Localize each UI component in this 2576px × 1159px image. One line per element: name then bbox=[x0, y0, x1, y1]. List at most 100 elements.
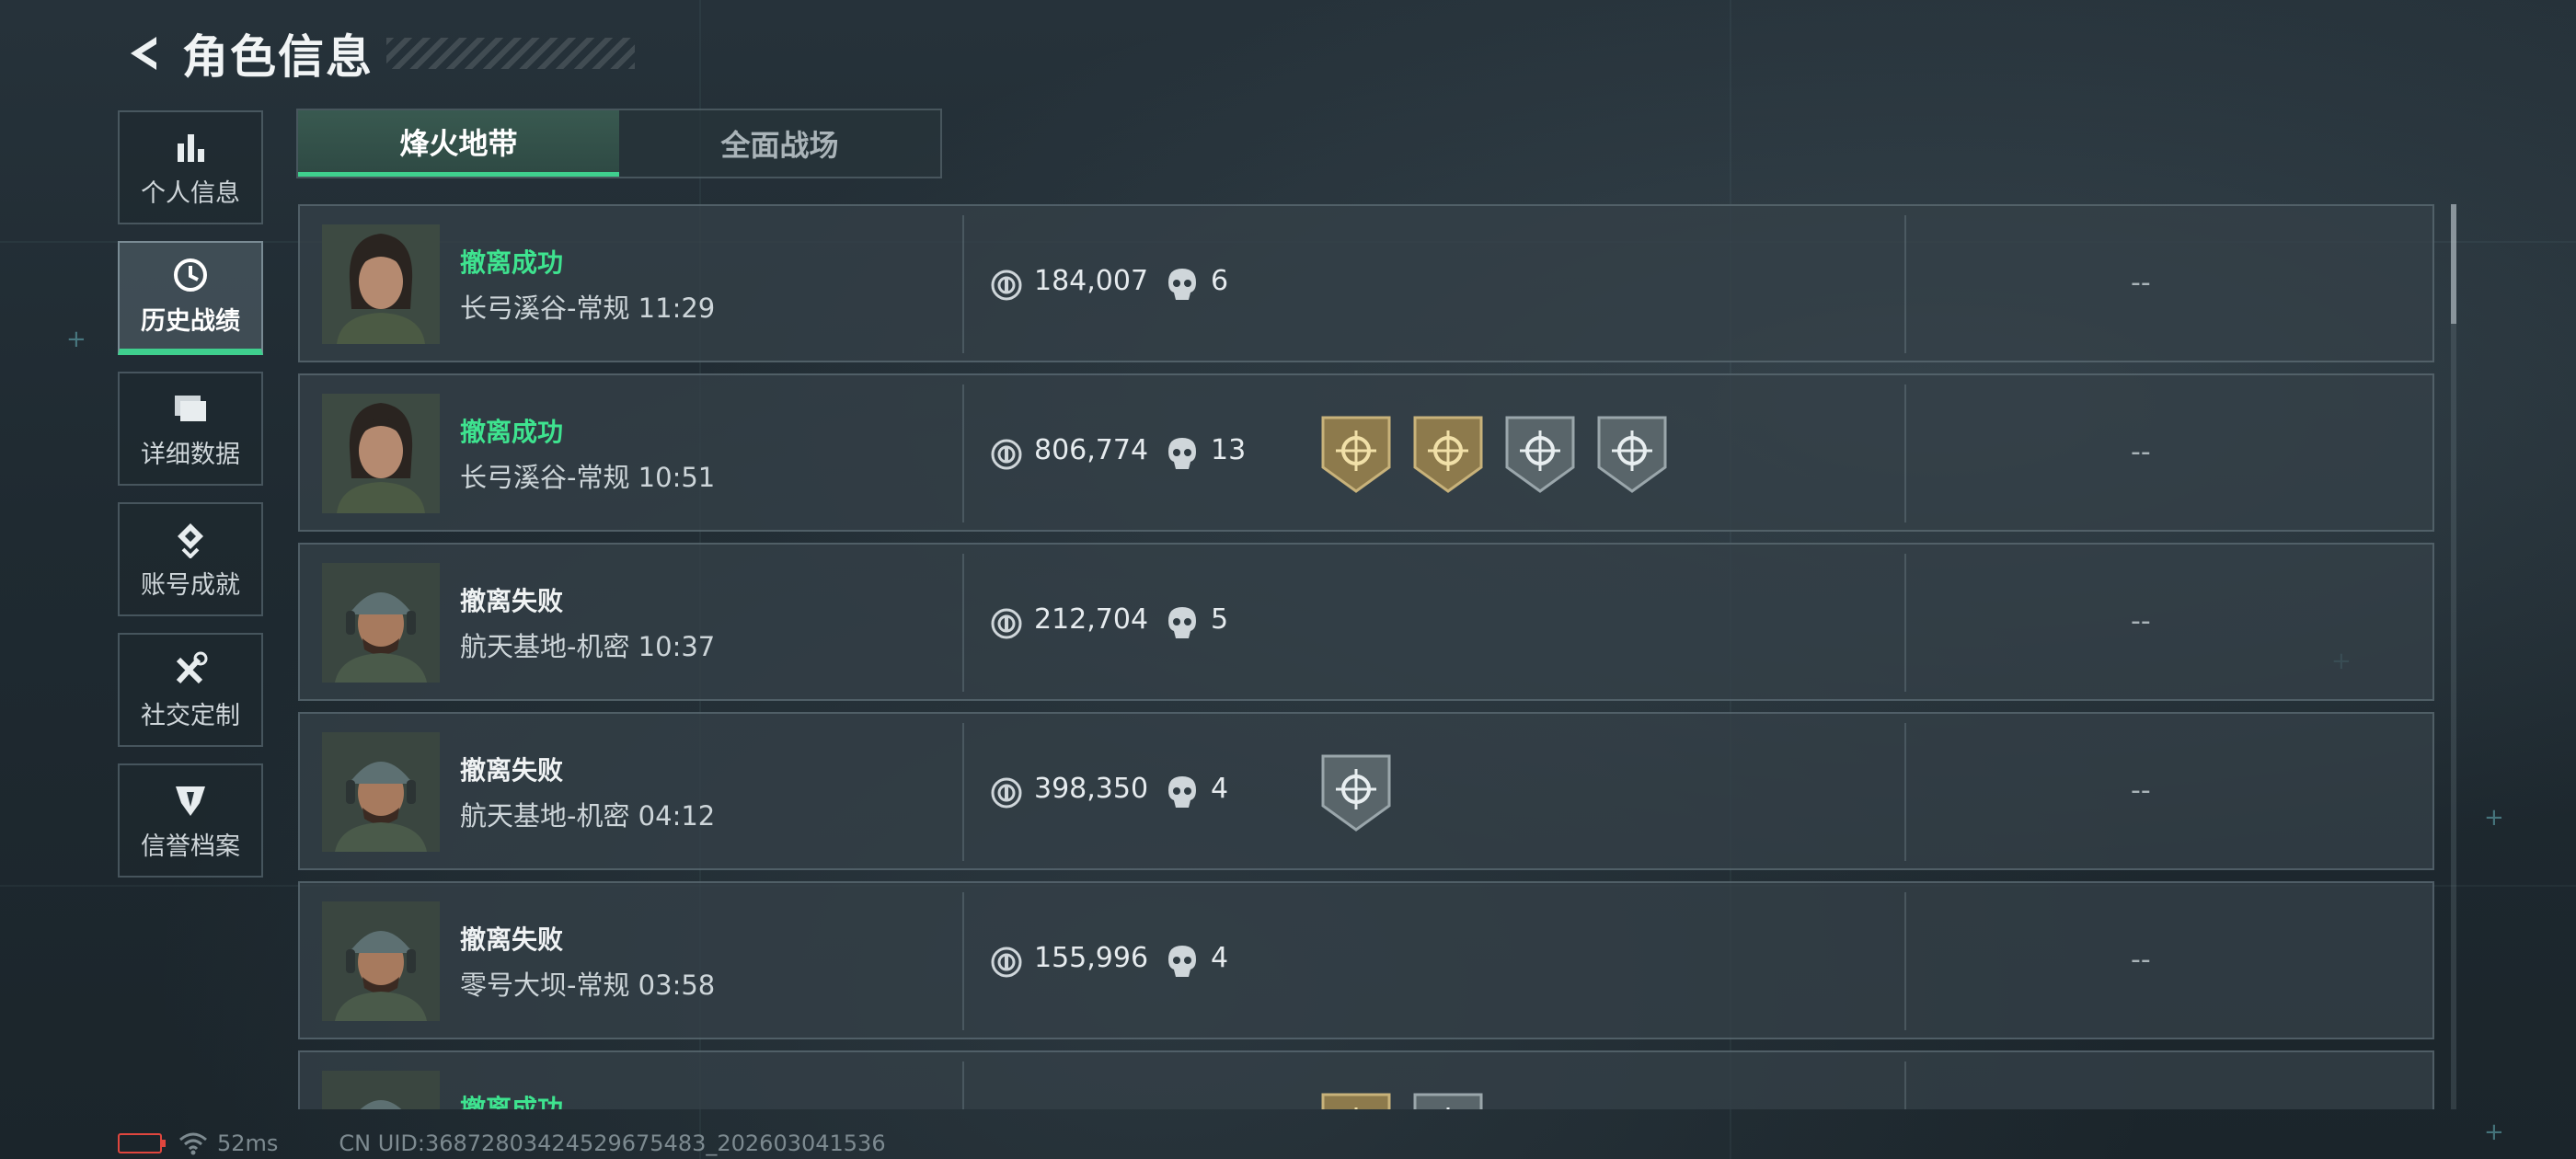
operator-avatar bbox=[322, 563, 440, 683]
burst-badge-icon[interactable] bbox=[1503, 414, 1577, 495]
column-divider bbox=[1904, 1061, 1906, 1109]
scrollbar[interactable] bbox=[2451, 204, 2456, 1109]
battery-icon bbox=[118, 1133, 166, 1153]
operator-avatar bbox=[322, 1071, 440, 1109]
extra-value: -- bbox=[2131, 775, 2151, 807]
kill-count: 6 bbox=[1211, 265, 1229, 297]
match-row[interactable]: 撤离失败零号大坝-常规 03:58 155,996 4 -- bbox=[298, 881, 2434, 1039]
sidebar-item-detailed-data[interactable]: 详细数据 bbox=[118, 372, 263, 486]
sidebar-item-label: 个人信息 bbox=[141, 178, 240, 208]
sidebar-item-personal-info[interactable]: 个人信息 bbox=[118, 110, 263, 224]
badge-list bbox=[1319, 414, 1669, 495]
crosshair-mark: + bbox=[66, 326, 86, 353]
map-and-time: 航天基地-机密 04:12 bbox=[460, 800, 716, 832]
crosshair-mark: + bbox=[2484, 804, 2504, 832]
badge-list bbox=[1319, 1091, 1485, 1109]
sidebar-item-label: 信誉档案 bbox=[141, 832, 240, 861]
extra-value: -- bbox=[2131, 267, 2151, 299]
crosshair-mark: + bbox=[2484, 1119, 2504, 1146]
gold-badge-icon[interactable] bbox=[1319, 1091, 1393, 1109]
header: 角色信息 bbox=[118, 20, 635, 86]
extraction-result: 撤离成功 bbox=[460, 247, 564, 278]
shield-icon bbox=[170, 780, 211, 820]
column-divider bbox=[962, 723, 964, 861]
match-row[interactable]: 撤离失败 航天基地-机密 10:37 212,704 5 -- bbox=[298, 543, 2434, 701]
extra-value: -- bbox=[2131, 944, 2151, 976]
kill-count: 5 bbox=[1211, 603, 1229, 636]
operator-avatar bbox=[322, 394, 440, 513]
title-decoration bbox=[386, 38, 635, 69]
operator-avatar bbox=[322, 224, 440, 344]
sidebar-item-label: 社交定制 bbox=[141, 701, 240, 730]
face-badge-icon[interactable] bbox=[1411, 414, 1485, 495]
ping-text: 52ms bbox=[217, 1130, 279, 1156]
asset-value: 212,704 bbox=[1034, 603, 1149, 636]
asset-value: 184,007 bbox=[1034, 265, 1149, 297]
sidebar-item-label: 历史战绩 bbox=[141, 307, 240, 336]
operator-avatar bbox=[322, 901, 440, 1021]
asset-value: 806,774 bbox=[1034, 434, 1149, 466]
match-row[interactable]: 撤离成功长弓溪谷-常规 11:29 184,007 6 -- bbox=[298, 204, 2434, 362]
extraction-result: 撤离成功 bbox=[460, 1094, 564, 1109]
kill-count: 4 bbox=[1211, 942, 1229, 974]
column-divider bbox=[962, 554, 964, 692]
map-and-time: 航天基地-机密 10:37 bbox=[460, 631, 716, 662]
match-row[interactable]: 撤离成功 bbox=[298, 1050, 2434, 1109]
silver-badge-icon[interactable] bbox=[1411, 1091, 1485, 1109]
folder-icon bbox=[170, 388, 211, 429]
mode-tabs: 烽火地带 全面战场 bbox=[296, 109, 942, 178]
skull-icon bbox=[1168, 946, 1196, 977]
coin-icon bbox=[991, 270, 1022, 301]
tab-full-battlefield[interactable]: 全面战场 bbox=[619, 110, 940, 177]
sun-badge-icon[interactable] bbox=[1319, 414, 1393, 495]
column-divider bbox=[962, 892, 964, 1030]
tools-icon bbox=[170, 649, 211, 690]
column-divider bbox=[1904, 215, 1906, 353]
column-divider bbox=[1904, 723, 1906, 861]
coin-icon bbox=[991, 439, 1022, 470]
sidebar-item-label: 账号成就 bbox=[141, 570, 240, 600]
sidebar-item-reputation[interactable]: 信誉档案 bbox=[118, 763, 263, 878]
column-divider bbox=[962, 1061, 964, 1109]
tab-hazard-zone[interactable]: 烽火地带 bbox=[298, 110, 619, 177]
skull-icon bbox=[1168, 776, 1196, 808]
map-and-time: 零号大坝-常规 03:58 bbox=[460, 970, 716, 1001]
column-divider bbox=[962, 384, 964, 522]
skull-icon bbox=[1168, 438, 1196, 469]
back-arrow-icon[interactable] bbox=[118, 28, 169, 79]
achievement-icon bbox=[170, 519, 211, 559]
bar-chart-icon bbox=[170, 127, 211, 167]
match-list: 撤离成功 长弓溪谷-常规 11:29 184,007 6 -- 撤离成功 长弓溪谷-常规 1… bbox=[298, 204, 2438, 1109]
map-and-time: 长弓溪谷-常规 11:29 bbox=[460, 293, 716, 324]
badge-list bbox=[1319, 752, 1393, 833]
column-divider bbox=[1904, 384, 1906, 522]
extra-value: -- bbox=[2131, 436, 2151, 468]
clock-history-icon bbox=[170, 255, 211, 295]
coin-icon bbox=[991, 608, 1022, 639]
extraction-result: 撤离失败 bbox=[460, 586, 564, 616]
uid-text: CN UID:36872803424529675483_202603041536 bbox=[339, 1130, 886, 1156]
kill-count: 4 bbox=[1211, 773, 1229, 805]
scrollbar-thumb[interactable] bbox=[2451, 204, 2456, 324]
sidebar-item-match-history[interactable]: 历史战绩 bbox=[118, 241, 263, 355]
page-title: 角色信息 bbox=[182, 30, 374, 84]
coin-icon bbox=[991, 947, 1022, 978]
asset-value: 155,996 bbox=[1034, 942, 1149, 974]
kill-count: 13 bbox=[1211, 434, 1247, 466]
extraction-result: 撤离失败 bbox=[460, 924, 564, 955]
target-badge-icon[interactable] bbox=[1319, 752, 1393, 833]
asset-value: 398,350 bbox=[1034, 773, 1149, 805]
grenade-badge-icon[interactable] bbox=[1595, 414, 1669, 495]
map-and-time: 长弓溪谷-常规 10:51 bbox=[460, 462, 716, 493]
sidebar-item-label: 详细数据 bbox=[141, 440, 240, 469]
column-divider bbox=[1904, 554, 1906, 692]
match-row[interactable]: 撤离失败 航天基地-机密 04:12 398,350 4 -- bbox=[298, 712, 2434, 870]
column-divider bbox=[962, 215, 964, 353]
sidebar: 个人信息 历史战绩 详细数据 账号成就 社交定制 信誉档案 bbox=[118, 110, 265, 894]
match-row[interactable]: 撤离成功 长弓溪谷-常规 10:51 806,774 13 -- bbox=[298, 373, 2434, 532]
coin-icon bbox=[991, 777, 1022, 809]
column-divider bbox=[1904, 892, 1906, 1030]
sidebar-item-achievements[interactable]: 账号成就 bbox=[118, 502, 263, 616]
status-footer: 52ms CN UID:36872803424529675483_2026030… bbox=[118, 1130, 886, 1157]
sidebar-item-social[interactable]: 社交定制 bbox=[118, 633, 263, 747]
